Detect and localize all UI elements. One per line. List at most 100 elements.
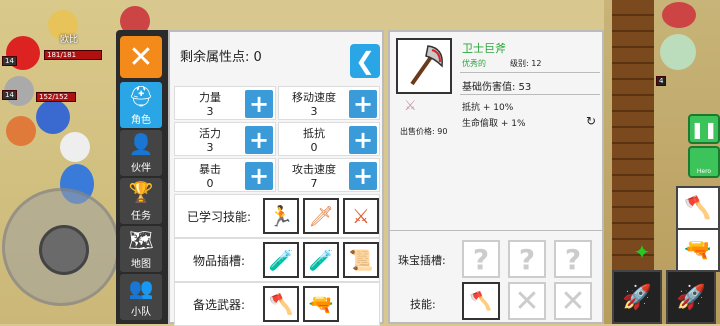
weapon-skill-slot[interactable]: 🪓 xyxy=(462,282,500,320)
stat-name: 暴击 xyxy=(199,163,221,176)
gem-slot[interactable]: ? xyxy=(554,240,592,278)
rocket-icon: 🚀 xyxy=(622,283,652,311)
item-slot[interactable]: 📜 xyxy=(343,242,379,278)
skill-slot[interactable]: 🏃 xyxy=(263,198,299,234)
ally-sprite xyxy=(60,132,90,162)
stat-strength: 力量 3 + xyxy=(174,86,276,120)
stat-attack-speed: 攻击速度 7 + xyxy=(278,158,380,192)
backup-weapon-row: 备选武器: 🪓 🔫 xyxy=(174,282,380,326)
weapon-effect: 生命偷取 + 1% xyxy=(462,119,526,129)
rifle-icon: 🔫 xyxy=(308,292,334,316)
nav-tab-label: 角色 xyxy=(131,115,151,126)
skill-slot[interactable]: 🗡 xyxy=(303,198,339,234)
movement-joystick[interactable] xyxy=(2,188,120,306)
nav-tab-squad[interactable]: 👥 小队 xyxy=(120,274,162,320)
hero-button[interactable]: Hero xyxy=(688,146,720,178)
skill-slot[interactable]: ⚔ xyxy=(343,198,379,234)
add-critical-button[interactable]: + xyxy=(245,162,273,190)
unit-tag: 4 xyxy=(656,76,667,86)
base-damage: 基础伤害值: 53 xyxy=(462,82,532,93)
stat-value: 3 xyxy=(206,105,214,118)
gem-slot[interactable]: ? xyxy=(508,240,546,278)
item-slot[interactable]: 🧪 xyxy=(263,242,299,278)
stat-name: 抵抗 xyxy=(303,127,325,140)
stat-resistance: 抵抗 0 + xyxy=(278,122,380,156)
rocket-icon: 🚀 xyxy=(676,283,706,311)
unit2-hp-bar: 152/152 xyxy=(36,92,76,102)
nav-tab-map[interactable]: 🗺 地图 xyxy=(120,226,162,272)
ability-slot[interactable]: 🚀 xyxy=(666,270,716,324)
axe-icon: 🪓 xyxy=(684,195,712,221)
sword-icon: 🗡 xyxy=(308,204,334,228)
stat-value: 7 xyxy=(310,177,318,190)
helmet-icon: ⛑ xyxy=(128,84,154,108)
stat-name: 活力 xyxy=(199,127,221,140)
stat-name: 移动速度 xyxy=(292,91,336,104)
ally-sprite xyxy=(662,2,696,28)
nav-tab-character[interactable]: ⛑ 角色 xyxy=(120,82,162,128)
attributes-panel: 剩余属性点: 0 ❮ 力量 3 + 移动速度 3 + 活力 3 + 抵抗 0 +… xyxy=(168,30,384,326)
nav-tab-label: 任务 xyxy=(131,211,151,222)
locked-skill-slot[interactable]: ✕ xyxy=(508,282,546,320)
add-move-speed-button[interactable]: + xyxy=(349,90,377,118)
skills-label: 技能: xyxy=(410,298,436,311)
axe-skill-icon: 🪓 xyxy=(469,290,493,312)
axe-icon xyxy=(410,45,443,86)
unit-name: 欧比 xyxy=(60,35,79,45)
scroll-icon: 📜 xyxy=(348,248,374,272)
close-button[interactable]: ✕ xyxy=(120,36,162,78)
quick-weapon-slot[interactable]: 🔫 xyxy=(676,228,720,272)
ally-sprite xyxy=(6,116,36,146)
add-resistance-button[interactable]: + xyxy=(349,126,377,154)
weapon-slot[interactable]: 🪓 xyxy=(263,286,299,322)
item-slot[interactable]: 🧪 xyxy=(303,242,339,278)
pause-button[interactable]: ❚❚ xyxy=(688,114,720,144)
wings-icon: ⚔ xyxy=(404,98,417,114)
add-strength-button[interactable]: + xyxy=(245,90,273,118)
unit2-level-badge: 14 xyxy=(2,90,17,100)
side-navigation: ✕ ⛑ 角色 👤 伙伴 🏆 任务 🗺 地图 👥 小队 xyxy=(116,30,168,324)
nav-tab-label: 地图 xyxy=(131,259,151,270)
flame-sword-icon: ⚔ xyxy=(352,204,370,228)
weapon-quality: 优秀的 xyxy=(462,59,486,68)
gem-slot[interactable]: ? xyxy=(462,240,500,278)
chevron-left-icon: ❮ xyxy=(354,47,376,75)
rifle-icon: 🔫 xyxy=(684,237,712,263)
add-attack-speed-button[interactable]: + xyxy=(349,162,377,190)
refresh-icon[interactable]: ↻ xyxy=(586,114,596,128)
back-button[interactable]: ❮ xyxy=(350,44,380,78)
red-potion-icon: 🧪 xyxy=(268,248,294,272)
stat-value: 3 xyxy=(310,105,318,118)
red-potion-icon: 🧪 xyxy=(308,248,334,272)
item-slots-row: 物品插槽: 🧪 🧪 📜 xyxy=(174,238,380,282)
weapon-level: 级别: 12 xyxy=(510,59,542,68)
joystick-knob[interactable] xyxy=(39,225,89,275)
remaining-points-label: 剩余属性点: 0 xyxy=(180,50,262,65)
gem-slots-label: 珠宝插槽: xyxy=(398,254,446,267)
ability-slot[interactable]: 🚀 xyxy=(612,270,662,324)
stat-move-speed: 移动速度 3 + xyxy=(278,86,380,120)
locked-x-icon: ✕ xyxy=(560,283,586,319)
weapon-icon-frame[interactable] xyxy=(396,38,452,94)
divider xyxy=(460,72,600,73)
weapon-name: 卫士巨斧 xyxy=(462,42,506,55)
stat-name: 攻击速度 xyxy=(292,163,336,176)
locked-skill-slot[interactable]: ✕ xyxy=(554,282,592,320)
add-vitality-button[interactable]: + xyxy=(245,126,273,154)
unit-hp-bar: 181/181 xyxy=(44,50,102,60)
ally-sprite xyxy=(660,34,696,70)
locked-x-icon: ✕ xyxy=(514,283,540,319)
weapon-slot[interactable]: 🔫 xyxy=(303,286,339,322)
nav-tab-label: 伙伴 xyxy=(131,163,151,174)
grenade-icon[interactable]: ✦ xyxy=(612,236,672,268)
ally-sprite xyxy=(36,100,70,134)
companion-icon: 👤 xyxy=(128,132,154,156)
nav-tab-label: 小队 xyxy=(131,307,151,318)
nav-tab-quests[interactable]: 🏆 任务 xyxy=(120,178,162,224)
quick-weapon-slot[interactable]: 🪓 xyxy=(676,186,720,230)
unit-level-badge: 14 xyxy=(2,56,17,66)
backup-weapon-label: 备选武器: xyxy=(192,297,246,312)
stat-vitality: 活力 3 + xyxy=(174,122,276,156)
stat-critical: 暴击 0 + xyxy=(174,158,276,192)
nav-tab-companion[interactable]: 👤 伙伴 xyxy=(120,130,162,176)
